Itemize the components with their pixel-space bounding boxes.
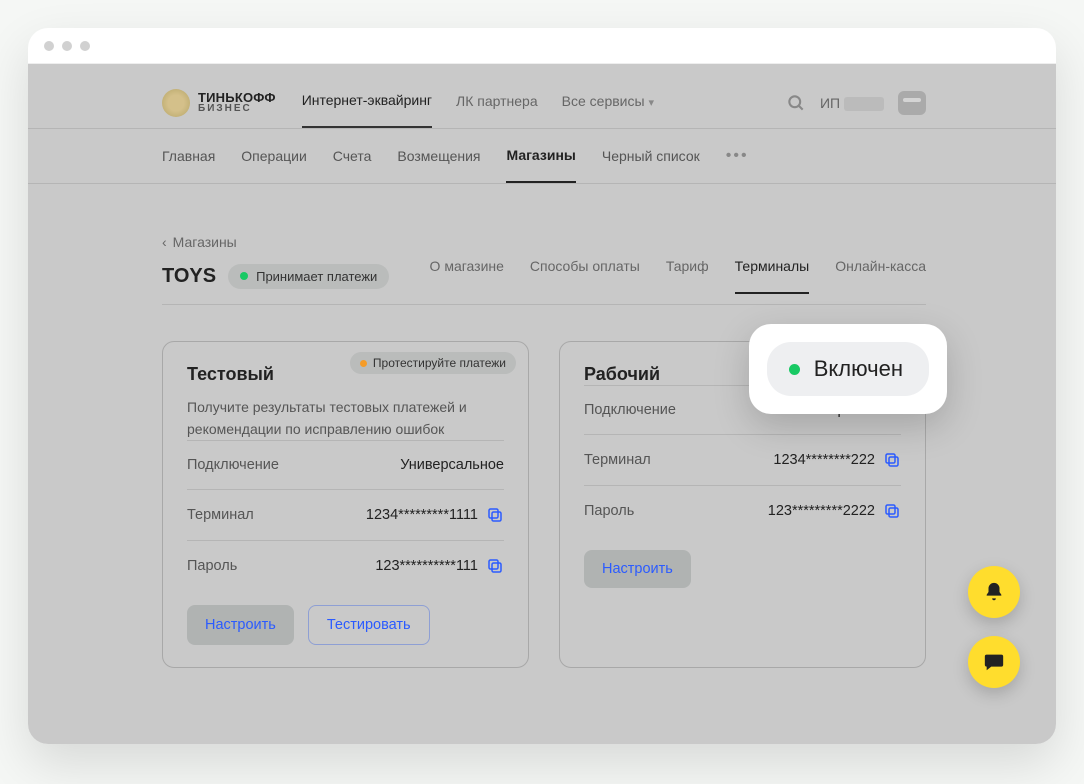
row-password: Пароль 123*********2222 (584, 485, 901, 536)
titlebar-dot (44, 41, 54, 51)
divider (162, 304, 926, 305)
chat-icon (983, 651, 1005, 673)
chevron-down-icon: ▾ (649, 97, 655, 109)
copy-icon[interactable] (883, 502, 901, 520)
configure-button[interactable]: Настроить (584, 550, 691, 588)
user-name-mask (844, 97, 884, 111)
terminal-card-prod: Включен Рабочий Подключение Универсально… (559, 341, 926, 668)
logo-sub: БИЗНЕС (198, 103, 276, 114)
row-value: Универсальное (400, 457, 504, 473)
copy-icon[interactable] (486, 506, 504, 524)
fab-stack (968, 566, 1020, 688)
breadcrumb-label: Магазины (173, 234, 237, 250)
copy-icon[interactable] (883, 451, 901, 469)
row-label: Подключение (584, 402, 676, 418)
status-label: Принимает платежи (256, 269, 377, 284)
topnav-acquiring[interactable]: Интернет-эквайринг (302, 78, 432, 128)
tab-cashbox[interactable]: Онлайн-касса (835, 258, 926, 294)
badge-label: Включен (814, 356, 903, 382)
row-label: Пароль (584, 503, 634, 519)
row-terminal: Терминал 1234*********1111 (187, 489, 504, 540)
subnav-refunds[interactable]: Возмещения (397, 130, 480, 182)
tab-methods[interactable]: Способы оплаты (530, 258, 640, 294)
badge-label: Протестируйте платежи (373, 356, 506, 370)
topnav: Интернет-эквайринг ЛК партнера Все серви… (302, 78, 654, 128)
chat-fab[interactable] (968, 636, 1020, 688)
row-label: Подключение (187, 457, 279, 473)
subnav-shops[interactable]: Магазины (506, 129, 575, 183)
row-terminal: Терминал 1234********222 (584, 434, 901, 485)
user-chip[interactable]: ИП (820, 95, 884, 111)
logo-icon (162, 89, 190, 117)
more-icon[interactable]: ••• (726, 129, 749, 183)
browser-titlebar (28, 28, 1056, 64)
topnav-partner[interactable]: ЛК партнера (456, 79, 538, 127)
app-switch-icon[interactable] (898, 91, 926, 115)
highlight-callout: Включен (749, 324, 947, 414)
row-label: Пароль (187, 558, 237, 574)
topnav-services-label: Все сервисы (562, 93, 645, 109)
badge-test: Протестируйте платежи (350, 352, 516, 374)
row-value: 1234********222 (773, 452, 875, 468)
user-prefix: ИП (820, 95, 840, 111)
configure-button[interactable]: Настроить (187, 605, 294, 645)
topnav-services[interactable]: Все сервисы ▾ (562, 79, 654, 127)
card-desc: Получите результаты тестовых платежей и … (187, 397, 504, 440)
badge-dot-icon (789, 364, 800, 375)
card-actions: Настроить (584, 550, 901, 588)
page-title: TOYS (162, 265, 216, 288)
page-head: TOYS Принимает платежи О магазине Способ… (162, 258, 926, 294)
notifications-fab[interactable] (968, 566, 1020, 618)
subnav-blacklist[interactable]: Черный список (602, 130, 700, 182)
copy-icon[interactable] (486, 557, 504, 575)
app-shell: ТИНЬКОФФ БИЗНЕС Интернет-эквайринг ЛК па… (28, 64, 1056, 744)
tab-terminals[interactable]: Терминалы (735, 258, 810, 294)
card-actions: Настроить Тестировать (187, 605, 504, 645)
terminal-card-test: Тестовый Протестируйте платежи Получите … (162, 341, 529, 668)
subnav-accounts[interactable]: Счета (333, 130, 372, 182)
bell-icon (983, 581, 1005, 603)
row-value: 123*********2222 (768, 503, 875, 519)
row-value: 1234*********1111 (366, 507, 478, 523)
titlebar-dot (80, 41, 90, 51)
subnav-ops[interactable]: Операции (241, 130, 307, 182)
badge-enabled: Включен (767, 342, 929, 396)
tab-tariff[interactable]: Тариф (666, 258, 709, 294)
test-button[interactable]: Тестировать (308, 605, 430, 645)
subnav: Главная Операции Счета Возмещения Магази… (28, 129, 1056, 184)
cards-row: Тестовый Протестируйте платежи Получите … (162, 341, 926, 668)
row-label: Терминал (584, 452, 651, 468)
browser-frame: ТИНЬКОФФ БИЗНЕС Интернет-эквайринг ЛК па… (28, 28, 1056, 744)
subnav-home[interactable]: Главная (162, 130, 215, 182)
page-content: ‹ Магазины TOYS Принимает платежи О мага… (28, 184, 1056, 698)
row-value: 123**********111 (375, 558, 478, 574)
row-connection: Подключение Универсальное (187, 440, 504, 489)
badge-dot-icon (360, 360, 367, 367)
logo[interactable]: ТИНЬКОФФ БИЗНЕС (162, 89, 276, 117)
search-icon[interactable] (786, 93, 806, 113)
status-dot-icon (240, 272, 248, 280)
card-title: Тестовый (187, 364, 274, 385)
topbar: ТИНЬКОФФ БИЗНЕС Интернет-эквайринг ЛК па… (28, 64, 1056, 129)
row-label: Терминал (187, 507, 254, 523)
page-tabs: О магазине Способы оплаты Тариф Терминал… (430, 258, 926, 294)
chevron-left-icon: ‹ (162, 234, 167, 250)
logo-brand: ТИНЬКОФФ (198, 92, 276, 104)
row-password: Пароль 123**********111 (187, 540, 504, 591)
titlebar-dot (62, 41, 72, 51)
tab-about[interactable]: О магазине (430, 258, 504, 294)
breadcrumb[interactable]: ‹ Магазины (162, 234, 926, 250)
status-badge: Принимает платежи (228, 264, 389, 289)
topbar-right: ИП (786, 91, 926, 115)
